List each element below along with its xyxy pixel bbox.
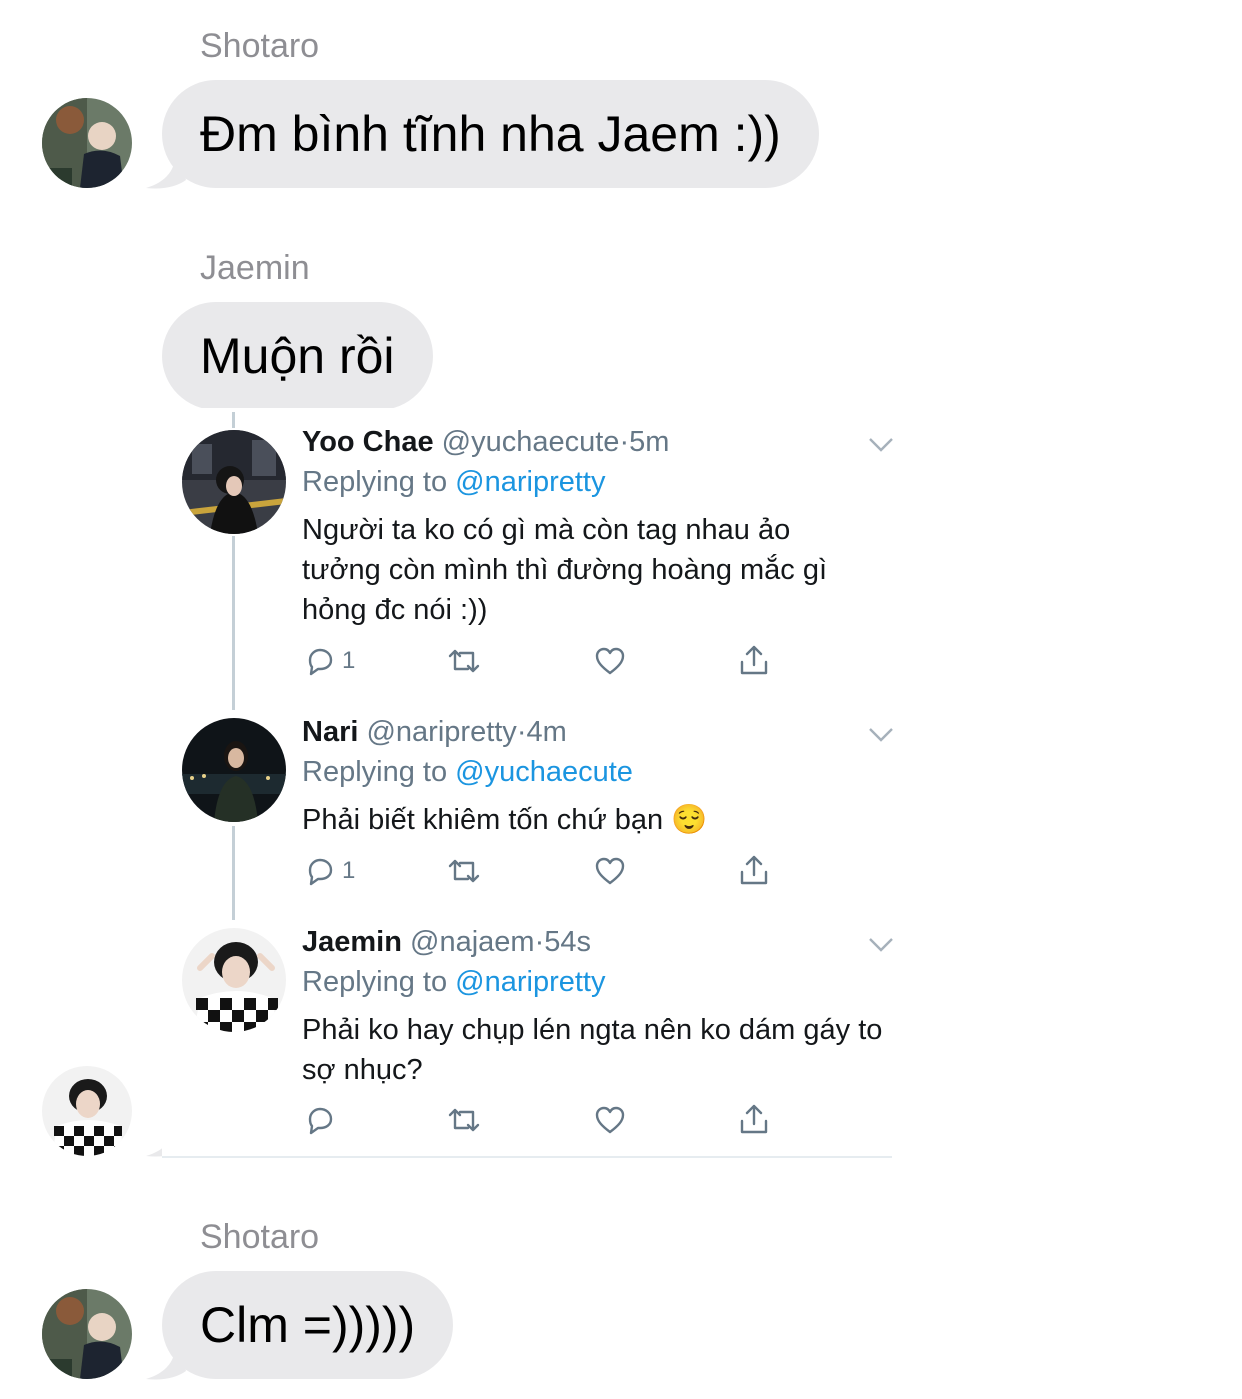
share-icon <box>740 1104 768 1134</box>
tweet-separator: · <box>534 926 545 958</box>
avatar[interactable] <box>42 1289 132 1379</box>
like-icon <box>595 1106 625 1134</box>
retweet-icon <box>448 1108 480 1132</box>
like-button[interactable] <box>594 855 626 887</box>
share-icon <box>740 855 768 885</box>
retweet-icon <box>448 649 480 673</box>
tweet-author-name[interactable]: Jaemin <box>302 926 402 958</box>
sender-name: Jaemin <box>200 249 310 287</box>
replying-to: Replying to @yuchaecute <box>302 755 633 789</box>
message-bubble[interactable]: Clm =))))) <box>162 1271 454 1379</box>
message-text: Clm =))))) <box>200 1297 416 1353</box>
message-text: Muộn rồi <box>200 328 395 384</box>
thread-line <box>232 412 235 428</box>
message-text: Đm bình tĩnh nha Jaem :)) <box>200 106 781 162</box>
tweet-handle[interactable]: @yuchaecute <box>442 426 620 458</box>
retweet-icon <box>448 859 480 883</box>
retweet-button[interactable] <box>446 1104 482 1136</box>
thread-line <box>232 536 235 710</box>
tweet-avatar[interactable] <box>182 928 286 1032</box>
tweet-separator: · <box>619 426 630 458</box>
tweet-text: Phải ko hay chụp lén ngta nên ko dám gáy… <box>302 1014 883 1086</box>
tweet-time: 4m <box>526 716 567 748</box>
replying-to: Replying to @naripretty <box>302 465 605 499</box>
avatar[interactable] <box>42 1066 132 1156</box>
tweet-header: Jaemin @najaem·54s <box>302 925 591 959</box>
reply-icon <box>308 1107 333 1135</box>
tweet-handle[interactable]: @naripretty <box>366 716 516 748</box>
avatar[interactable] <box>42 98 132 188</box>
share-button[interactable] <box>738 644 770 676</box>
tweet-text: Phải biết khiêm tốn chứ bạn 😌 <box>302 804 708 836</box>
like-button[interactable] <box>594 1104 626 1136</box>
replying-to-label: Replying to <box>302 466 456 498</box>
like-icon <box>595 857 625 885</box>
message-bubble[interactable]: Đm bình tĩnh nha Jaem :)) <box>162 80 819 188</box>
reply-count: 1 <box>342 857 356 884</box>
tweet-header: Yoo Chae @yuchaecute·5m <box>302 425 669 459</box>
tweet-author-name[interactable]: Yoo Chae <box>302 426 434 458</box>
tweet-time: 5m <box>629 426 670 458</box>
tweet-avatar[interactable] <box>182 718 286 822</box>
mention-link[interactable]: @naripretty <box>455 966 605 998</box>
reply-count: 1 <box>342 647 356 674</box>
chevron-down-icon[interactable] <box>868 726 894 744</box>
chevron-down-icon[interactable] <box>868 436 894 454</box>
tweet-time: 54s <box>544 926 592 958</box>
replying-to-label: Replying to <box>302 966 456 998</box>
retweet-button[interactable] <box>446 855 482 887</box>
replying-to-label: Replying to <box>302 756 456 788</box>
tweet-text: Người ta ko có gì mà còn tag nhau ảo tưở… <box>302 514 828 626</box>
reply-button[interactable]: 1 <box>304 855 355 887</box>
reply-icon <box>308 858 333 886</box>
tweet-avatar[interactable] <box>182 430 286 534</box>
share-icon <box>740 645 768 675</box>
tweet-handle[interactable]: @najaem <box>410 926 535 958</box>
thread-line <box>232 826 235 920</box>
tweet-author-name[interactable]: Nari <box>302 716 358 748</box>
chevron-down-icon[interactable] <box>868 936 894 954</box>
like-icon <box>595 647 625 675</box>
sender-name: Shotaro <box>200 27 320 65</box>
share-button[interactable] <box>738 1103 770 1135</box>
message-bubble[interactable]: Muộn rồi <box>162 302 433 410</box>
tweet-header: Nari @naripretty·4m <box>302 715 567 749</box>
share-button[interactable] <box>738 854 770 886</box>
like-button[interactable] <box>594 645 626 677</box>
sender-name: Shotaro <box>200 1218 320 1256</box>
mention-link[interactable]: @naripretty <box>455 466 605 498</box>
mention-link[interactable]: @yuchaecute <box>455 756 633 788</box>
reply-icon <box>308 648 333 676</box>
replying-to: Replying to @naripretty <box>302 965 605 999</box>
retweet-button[interactable] <box>446 645 482 677</box>
reply-button[interactable]: 1 <box>304 645 355 677</box>
reply-button[interactable] <box>304 1104 342 1136</box>
